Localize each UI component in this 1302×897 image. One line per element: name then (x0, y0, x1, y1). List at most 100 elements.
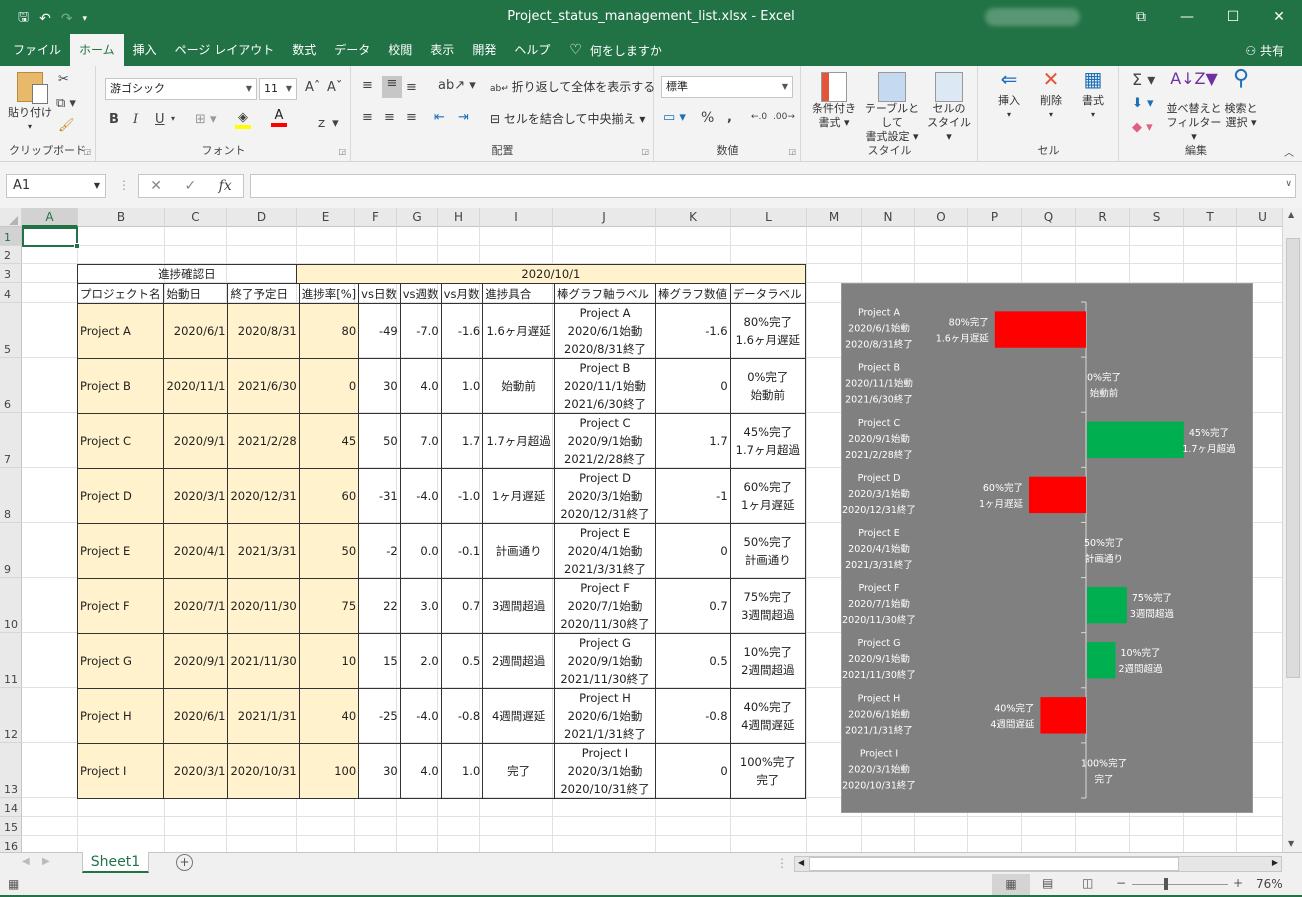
vs-months-cell[interactable]: 1.7 (440, 413, 484, 469)
status-cell[interactable]: 計画通り (482, 523, 556, 579)
tab-formulas[interactable]: 数式 (283, 34, 325, 66)
data-label-cell[interactable]: 45%完了 1.7ヶ月超過 (729, 413, 807, 469)
progress-rate-cell[interactable]: 50 (298, 523, 360, 579)
zoom-in-button[interactable]: + (1233, 876, 1243, 890)
column-header-m[interactable]: M (807, 208, 862, 227)
vs-weeks-cell[interactable]: 3.0 (399, 578, 442, 634)
bar-value-cell[interactable]: 0 (654, 523, 731, 579)
dialog-launcher-icon[interactable]: ◲ (338, 147, 346, 156)
start-date-cell[interactable]: 2020/9/1 (163, 413, 229, 469)
delete-cells-button[interactable]: ✕ 削除 ▾ (1031, 69, 1071, 122)
enter-icon[interactable]: ✓ (184, 178, 196, 194)
dialog-launcher-icon[interactable]: ◲ (83, 147, 91, 156)
status-cell[interactable]: 1.7ヶ月超過 (482, 413, 556, 469)
worksheet-grid[interactable]: ABCDEFGHIJKLMNOPQRSTU 1 2 3 4 5 6 7 8 9 10 11 12 13 1… (0, 208, 1302, 852)
dialog-launcher-icon[interactable]: ◲ (641, 147, 649, 156)
vs-weeks-cell[interactable]: 4.0 (399, 743, 442, 799)
accounting-format-icon[interactable]: ▭ ▾ (663, 110, 686, 125)
data-label-cell[interactable]: 75%完了 3週間超過 (729, 578, 807, 634)
data-label-cell[interactable]: 60%完了 1ヶ月遅延 (729, 468, 807, 524)
prev-sheet-icon[interactable]: ◀ (22, 856, 30, 867)
end-date-cell[interactable]: 2020/8/31 (227, 303, 300, 359)
vs-months-cell[interactable]: 1.0 (440, 358, 484, 414)
name-box[interactable]: A1 ▼ (6, 174, 106, 198)
conditional-formatting-button[interactable]: 条件付き 書式 ▾ (806, 72, 862, 130)
bold-button[interactable]: B (109, 112, 119, 127)
axis-label-cell[interactable]: Project B 2020/11/1始動 2021/6/30終了 (554, 358, 656, 414)
format-cells-button[interactable]: ▦ 書式 ▾ (1073, 69, 1113, 122)
data-label-cell[interactable]: 40%完了 4週間遅延 (729, 688, 807, 744)
vs-days-cell[interactable]: -2 (358, 523, 401, 579)
axis-label-cell[interactable]: Project H 2020/6/1始動 2021/1/31終了 (554, 688, 656, 744)
column-header-r[interactable]: R (1076, 208, 1130, 227)
increase-font-icon[interactable]: Aˆ (305, 80, 320, 95)
vs-weeks-cell[interactable]: -4.0 (399, 688, 442, 744)
vs-months-cell[interactable]: 0.7 (440, 578, 484, 634)
column-header-t[interactable]: T (1184, 208, 1237, 227)
column-header-h[interactable]: H (438, 208, 480, 227)
data-label-cell[interactable]: 10%完了 2週間超過 (729, 633, 807, 689)
tab-review[interactable]: 校閲 (379, 34, 421, 66)
axis-label-cell[interactable]: Project G 2020/9/1始動 2021/11/30終了 (554, 633, 656, 689)
expand-formula-icon[interactable]: ∨ (1285, 179, 1292, 189)
scroll-down-icon[interactable]: ▼ (1288, 839, 1294, 848)
find-select-button[interactable]: ⚲ 検索と 選択 ▾ (1220, 68, 1262, 130)
share-button[interactable]: ⚇ 共有 (1245, 42, 1284, 59)
align-right-icon[interactable]: ≡ (406, 110, 417, 125)
cancel-icon[interactable]: ✕ (150, 178, 162, 194)
column-header-cell[interactable]: 棒グラフ軸ラベル (554, 283, 656, 304)
start-date-cell[interactable]: 2020/4/1 (163, 523, 229, 579)
align-bottom-icon[interactable]: ≡ (406, 80, 417, 95)
column-header-cell[interactable]: vs日数 (358, 283, 401, 304)
paste-button[interactable]: 貼り付け ▾ (8, 72, 52, 134)
data-label-cell[interactable]: 100%完了 完了 (729, 743, 807, 799)
macro-record-icon[interactable]: ▦ (8, 877, 19, 891)
progress-rate-cell[interactable]: 75 (298, 578, 360, 634)
scroll-left-icon[interactable]: ◀ (798, 858, 804, 867)
tab-view[interactable]: 表示 (421, 34, 463, 66)
bar-value-cell[interactable]: -0.8 (654, 688, 731, 744)
start-date-cell[interactable]: 2020/11/1 (163, 358, 229, 414)
vs-days-cell[interactable]: 30 (358, 358, 401, 414)
row-header-10[interactable]: 10 (0, 578, 22, 633)
font-name-select[interactable]: 游ゴシック ▼ (105, 78, 257, 100)
column-header-d[interactable]: D (227, 208, 297, 227)
end-date-cell[interactable]: 2021/11/30 (227, 633, 300, 689)
tab-page-layout[interactable]: ページ レイアウト (166, 34, 284, 66)
end-date-cell[interactable]: 2020/12/31 (227, 468, 300, 524)
vs-weeks-cell[interactable]: 7.0 (399, 413, 442, 469)
project-name-cell[interactable]: Project C (76, 413, 165, 469)
start-date-cell[interactable]: 2020/3/1 (163, 468, 229, 524)
number-format-select[interactable]: 標準 ▼ (661, 76, 793, 98)
font-color-icon[interactable]: A (271, 108, 287, 127)
italic-button[interactable]: I (133, 112, 138, 127)
column-header-cell[interactable]: vs月数 (440, 283, 484, 304)
cell-styles-button[interactable]: セルの スタイル ▾ (924, 72, 974, 144)
next-sheet-icon[interactable]: ▶ (42, 856, 50, 867)
horizontal-scrollbar[interactable]: ◀ ▶ (794, 856, 1282, 872)
vs-weeks-cell[interactable]: 0.0 (399, 523, 442, 579)
column-header-o[interactable]: O (915, 208, 968, 227)
column-header-cell[interactable]: データラベル (729, 283, 807, 304)
font-size-select[interactable]: 11 ▼ (259, 78, 297, 100)
tab-data[interactable]: データ (325, 34, 379, 66)
column-header-g[interactable]: G (397, 208, 438, 227)
vs-days-cell[interactable]: -31 (358, 468, 401, 524)
vs-months-cell[interactable]: -0.1 (440, 523, 484, 579)
status-cell[interactable]: 1.6ヶ月遅延 (482, 303, 556, 359)
tell-me-box[interactable]: ♡ 何をしますか (569, 42, 662, 59)
progress-rate-cell[interactable]: 40 (298, 688, 360, 744)
progress-rate-cell[interactable]: 60 (298, 468, 360, 524)
axis-label-cell[interactable]: Project C 2020/9/1始動 2021/2/28終了 (554, 413, 656, 469)
page-layout-view-icon[interactable]: ▤ (1042, 876, 1053, 890)
column-header-e[interactable]: E (297, 208, 355, 227)
align-middle-icon[interactable]: ≡ (382, 76, 402, 98)
borders-icon[interactable]: ⊞ ▾ (195, 112, 217, 127)
row-header-6[interactable]: 6 (0, 358, 22, 413)
column-header-l[interactable]: L (731, 208, 807, 227)
column-header-j[interactable]: J (553, 208, 656, 227)
row-header-12[interactable]: 12 (0, 688, 22, 743)
column-header-q[interactable]: Q (1022, 208, 1076, 227)
zoom-out-button[interactable]: − (1116, 876, 1126, 890)
column-header-cell[interactable]: vs週数 (399, 283, 442, 304)
